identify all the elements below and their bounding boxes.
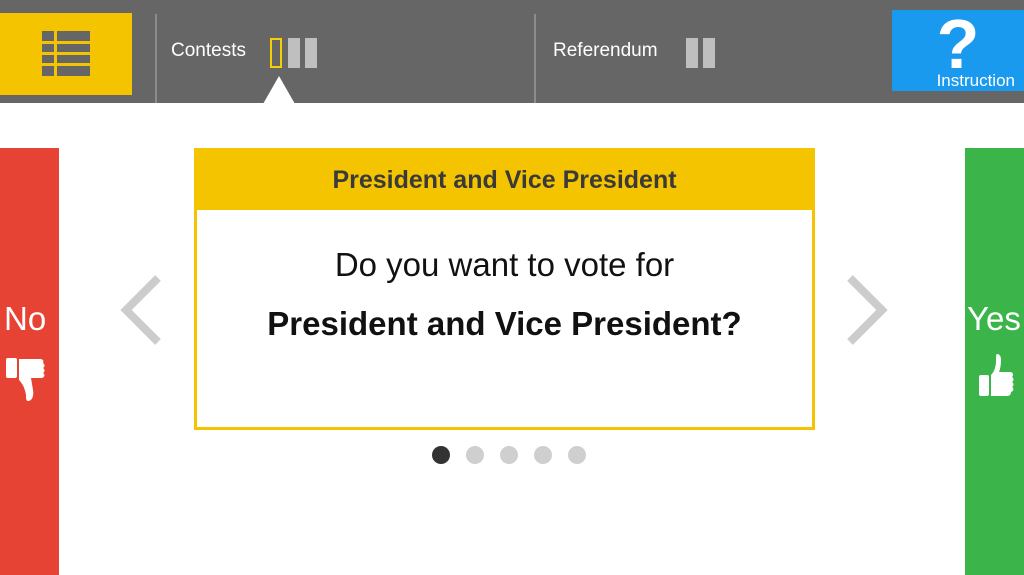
pagination-dot-3[interactable] xyxy=(500,446,518,464)
list-icon xyxy=(42,31,90,76)
vote-no-button[interactable]: No xyxy=(0,148,59,575)
thumbs-down-icon xyxy=(6,358,45,401)
tab-contests-label: Contests xyxy=(171,40,246,61)
tab-referendum[interactable]: Referendum xyxy=(536,0,886,103)
referendum-progress-pip xyxy=(686,38,698,68)
vote-yes-label: Yes xyxy=(967,300,1021,337)
contest-progress-pip-active xyxy=(270,38,282,68)
referendum-progress-pip xyxy=(703,38,715,68)
vote-yes-button[interactable]: Yes xyxy=(965,148,1024,575)
chevron-left-icon xyxy=(120,275,161,345)
contest-progress-pip xyxy=(305,38,317,68)
tab-referendum-label: Referendum xyxy=(553,40,658,61)
question-line-1: Do you want to vote for xyxy=(334,246,675,283)
chevron-right-icon xyxy=(847,275,888,345)
pagination-dot-2[interactable] xyxy=(466,446,484,464)
pagination-dot-5[interactable] xyxy=(568,446,586,464)
contest-card: President and Vice President Do you want… xyxy=(194,148,815,430)
instruction-label: Instruction xyxy=(936,71,1015,90)
thumbs-up-icon xyxy=(979,354,1014,396)
menu-button[interactable] xyxy=(0,13,132,95)
tab-contests[interactable]: Contests xyxy=(157,0,534,103)
pagination-dot-4[interactable] xyxy=(534,446,552,464)
vote-no-label: No xyxy=(4,300,47,337)
instruction-button[interactable]: ? Instruction xyxy=(892,5,1024,91)
previous-arrow-button[interactable] xyxy=(114,270,170,350)
active-tab-pointer xyxy=(263,76,295,104)
contest-progress-pip xyxy=(288,38,300,68)
question-line-2: President and Vice President? xyxy=(267,305,742,342)
top-nav-bar: Contests Referendum ? Instruction xyxy=(0,0,1024,103)
next-arrow-button[interactable] xyxy=(840,270,896,350)
pagination-dot-1[interactable] xyxy=(432,446,450,464)
contest-title: President and Vice President xyxy=(197,151,812,210)
